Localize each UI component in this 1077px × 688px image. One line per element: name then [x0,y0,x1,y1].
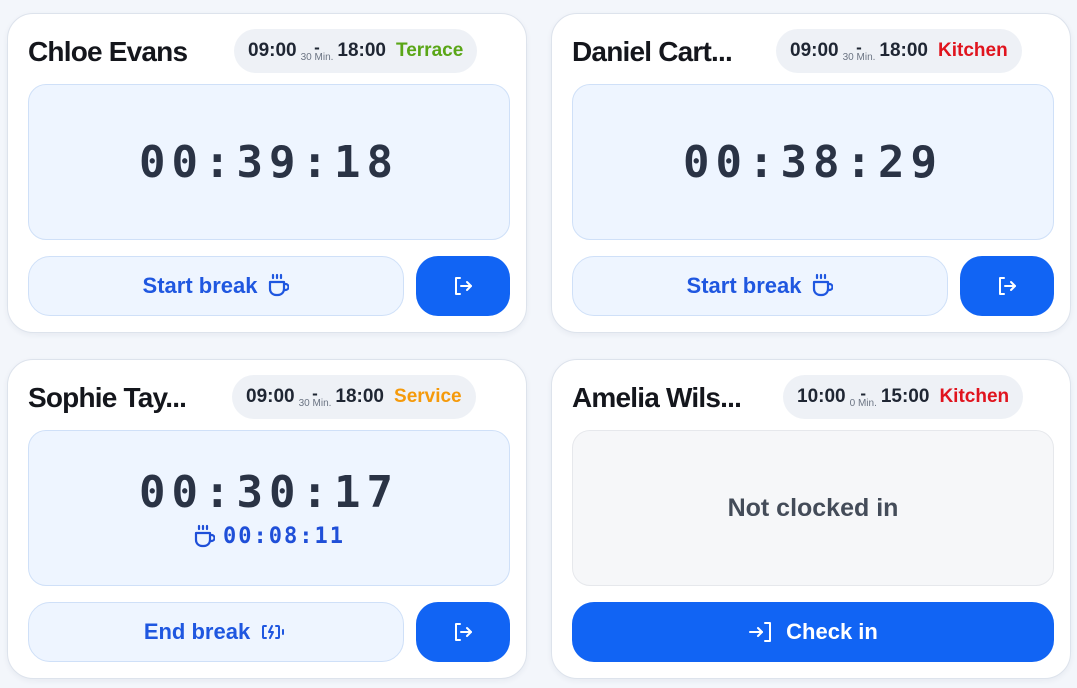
shift-pill: 09:00 - 30 Min. 18:00 Terrace [234,29,478,73]
check-out-button[interactable] [416,602,510,662]
shift-start: 09:00 [248,40,297,61]
start-break-button[interactable]: Start break [572,256,948,316]
battery-charging-icon [262,625,285,639]
employee-card: Amelia Wils... 10:00 - 0 Min. 15:00 Kitc… [551,359,1071,679]
coffee-cup-icon [813,273,834,297]
shift-pill: 10:00 - 0 Min. 15:00 Kitchen [783,375,1024,419]
area-label: Terrace [396,40,464,61]
start-break-button[interactable]: Start break [28,256,404,316]
employee-name: Chloe Evans [28,36,188,67]
coffee-cup-icon [194,524,216,547]
login-icon [749,622,772,642]
break-duration: - 30 Min. [300,38,334,63]
break-minutes: 30 Min. [842,52,876,63]
break-timer: 00:08:11 [193,524,345,550]
logout-icon [999,277,1016,295]
end-break-button[interactable]: End break [28,602,404,662]
break-minutes: 0 Min. [849,398,877,409]
work-timer-panel: 00:39:18 [28,84,510,240]
shift-start: 09:00 [790,40,839,61]
employee-card: Chloe Evans 09:00 - 30 Min. 18:00 Terrac… [7,13,527,333]
employee-name: Sophie Tay... [28,382,187,413]
break-duration: - 30 Min. [842,38,876,63]
coffee-cup-icon [269,273,290,297]
break-minutes: 30 Min. [300,52,334,63]
break-duration: - 0 Min. [849,384,877,409]
status-message: Not clocked in [727,493,899,522]
employee-name: Amelia Wils... [572,382,742,413]
work-timer: 00:38:29 [683,136,943,188]
break-button-label: End break [143,619,251,644]
area-label: Kitchen [938,40,1008,61]
shift-start: 09:00 [246,386,295,407]
break-timer-value: 00:08:11 [223,524,345,549]
break-duration: - 30 Min. [298,384,332,409]
break-button-label: Start break [142,273,258,298]
logout-icon [455,623,472,641]
area-label: Service [394,386,462,407]
employee-card: Sophie Tay... 09:00 - 30 Min. 18:00 Serv… [7,359,527,679]
shift-pill: 09:00 - 30 Min. 18:00 Kitchen [776,29,1022,73]
shift-end: 18:00 [335,386,385,407]
status-panel: Not clocked in [572,430,1054,586]
shift-end: 18:00 [337,40,387,61]
shift-start: 10:00 [797,386,846,407]
check-in-label: Check in [786,619,878,644]
employee-card: Daniel Cart... 09:00 - 30 Min. 18:00 Kit… [551,13,1071,333]
check-out-button[interactable] [416,256,510,316]
shift-end: 15:00 [880,386,930,407]
logout-icon [455,277,472,295]
break-minutes: 30 Min. [298,398,332,409]
check-out-button[interactable] [960,256,1054,316]
check-in-button[interactable]: Check in [572,602,1054,662]
work-timer-panel: 00:38:29 [572,84,1054,240]
area-label: Kitchen [939,386,1010,407]
break-button-label: Start break [686,273,802,298]
shift-pill: 09:00 - 30 Min. 18:00 Service [232,375,476,419]
work-timer: 00:39:18 [139,136,399,188]
work-timer-panel: 00:30:17 00:08:11 [28,430,510,586]
employee-name: Daniel Cart... [572,36,733,67]
work-timer: 00:30:17 [139,466,399,518]
shift-end: 18:00 [879,40,929,61]
